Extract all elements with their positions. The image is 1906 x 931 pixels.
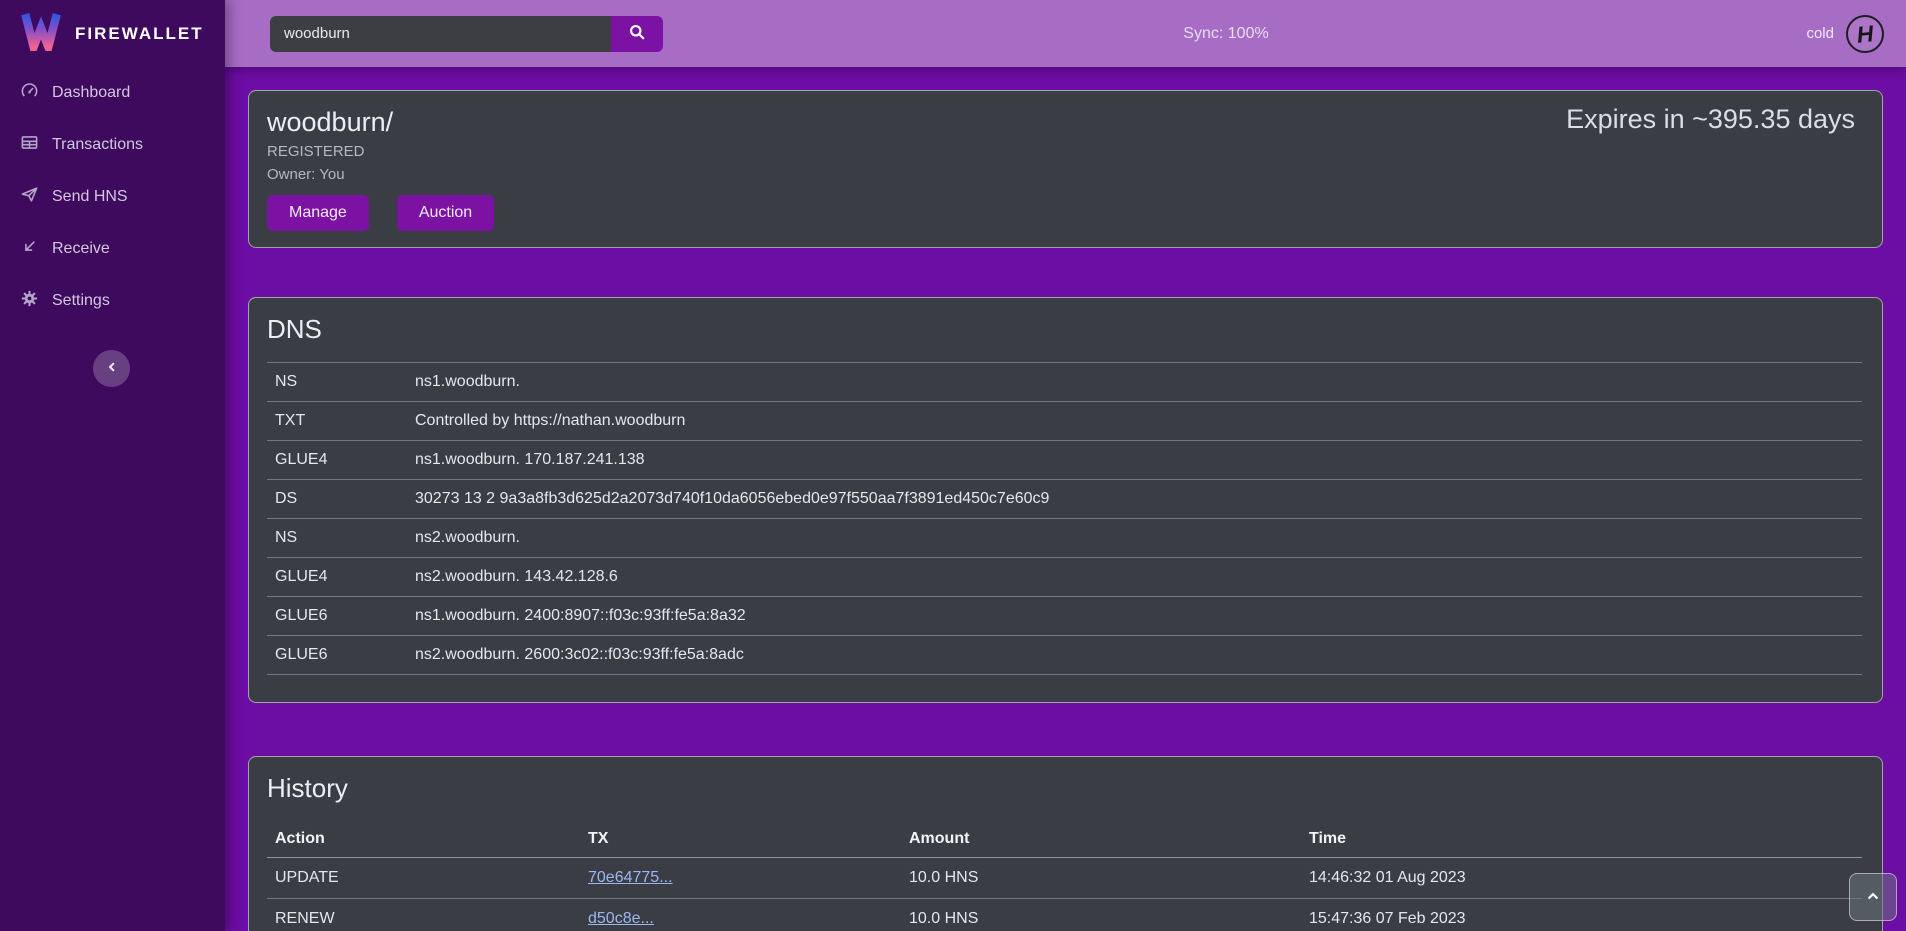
auction-button[interactable]: Auction [397,195,494,231]
content-column: Sync: 100% cold H woodburn/ REGISTERED O… [225,0,1906,931]
dns-record-type: GLUE4 [267,558,407,597]
dns-record-value: ns1.woodburn. [407,363,1862,402]
dns-card-title: DNS [267,314,1862,345]
dns-record-row: GLUE6 ns1.woodburn. 2400:8907::f03c:93ff… [267,597,1862,636]
sidebar-item-receive[interactable]: Receive [0,237,225,261]
dns-record-value: ns1.woodburn. 170.187.241.138 [407,441,1862,480]
dns-card-padding [267,675,1862,702]
settings-gear-icon [20,289,39,313]
history-card: History Action TX Amount Time UPDATE [248,756,1883,931]
dns-records-table: NS ns1.woodburn. TXT Controlled by https… [267,362,1862,675]
history-action: UPDATE [267,858,580,899]
scroll-to-top-button[interactable] [1849,873,1897,921]
dns-record-value: ns2.woodburn. 2600:3c02::f03c:93ff:fe5a:… [407,636,1862,675]
dns-record-type: TXT [267,402,407,441]
sidebar-collapse-button[interactable] [93,350,130,387]
sidebar-item-settings[interactable]: Settings [0,289,225,313]
dns-record-type: DS [267,480,407,519]
sync-status: Sync: 100% [1183,25,1268,43]
dns-record-type: GLUE4 [267,441,407,480]
dns-record-value: Controlled by https://nathan.woodburn [407,402,1862,441]
history-row: RENEW d50c8e... 10.0 HNS 15:47:36 07 Feb… [267,899,1862,931]
brand: FIREWALLET [0,0,225,67]
dashboard-gauge-icon [20,81,39,105]
search-group [270,16,663,52]
app-window: FIREWALLET Dashboard [0,0,1906,931]
sidebar-item-label: Settings [52,292,110,310]
domain-expiry: Expires in ~395.35 days [1566,104,1855,135]
main-content: woodburn/ REGISTERED Owner: You Manage A… [225,67,1906,931]
dns-record-row: GLUE6 ns2.woodburn. 2600:3c02::f03c:93ff… [267,636,1862,675]
chevron-up-icon [1864,887,1882,908]
sidebar-item-label: Send HNS [52,188,128,206]
sidebar-item-label: Dashboard [52,84,130,102]
transactions-table-icon [20,133,39,157]
sidebar-item-label: Transactions [52,136,143,154]
dns-record-row: GLUE4 ns2.woodburn. 143.42.128.6 [267,558,1862,597]
history-amount: 10.0 HNS [901,899,1301,931]
dns-record-type: NS [267,363,407,402]
brand-name: FIREWALLET [75,24,204,44]
dns-record-value: ns2.woodburn. [407,519,1862,558]
dns-record-type: GLUE6 [267,636,407,675]
dns-record-row: TXT Controlled by https://nathan.woodbur… [267,402,1862,441]
history-time: 15:47:36 07 Feb 2023 [1301,899,1862,931]
tx-link[interactable]: d50c8e... [588,910,654,927]
sidebar-item-transactions[interactable]: Transactions [0,133,225,157]
domain-owner: Owner: You [267,163,1855,186]
history-header-amount: Amount [901,821,1301,858]
domain-status: REGISTERED [267,140,1855,163]
dns-record-value: ns1.woodburn. 2400:8907::f03c:93ff:fe5a:… [407,597,1862,636]
sidebar-nav: Dashboard Transactions S [0,67,225,313]
receive-arrow-icon [20,237,39,261]
send-plane-icon [20,185,39,209]
handshake-logo-icon: H [1844,13,1886,55]
domain-actions: Manage Auction [267,195,1855,231]
history-header-time: Time [1301,821,1862,858]
dns-record-row: NS ns2.woodburn. [267,519,1862,558]
domain-card: woodburn/ REGISTERED Owner: You Manage A… [248,90,1883,248]
dns-card: DNS NS ns1.woodburn. TXT Controlled by h… [248,297,1883,703]
sidebar: FIREWALLET Dashboard [0,0,225,931]
sidebar-item-label: Receive [52,240,110,258]
dns-record-row: DS 30273 13 2 9a3a8fb3d625d2a2073d740f10… [267,480,1862,519]
wallet-name: cold [1806,25,1834,42]
chevron-left-icon [104,359,120,378]
history-time: 14:46:32 01 Aug 2023 [1301,858,1862,899]
dns-record-type: GLUE6 [267,597,407,636]
tx-link[interactable]: 70e64775... [588,869,673,886]
dns-record-row: NS ns1.woodburn. [267,363,1862,402]
dns-record-value: 30273 13 2 9a3a8fb3d625d2a2073d740f10da6… [407,480,1862,519]
search-button[interactable] [611,16,663,52]
dns-record-type: NS [267,519,407,558]
manage-button[interactable]: Manage [267,195,369,231]
sidebar-item-send-hns[interactable]: Send HNS [0,185,225,209]
topbar-right: cold H [1806,15,1884,53]
dns-record-value: ns2.woodburn. 143.42.128.6 [407,558,1862,597]
dns-record-row: GLUE4 ns1.woodburn. 170.187.241.138 [267,441,1862,480]
search-input[interactable] [270,16,611,52]
history-card-title: History [267,773,1862,804]
topbar: Sync: 100% cold H [225,0,1906,67]
history-row: UPDATE 70e64775... 10.0 HNS 14:46:32 01 … [267,858,1862,899]
search-icon [627,22,647,45]
sidebar-item-dashboard[interactable]: Dashboard [0,81,225,105]
firewallet-logo-icon [20,11,62,56]
history-header-action: Action [267,821,580,858]
history-table: Action TX Amount Time UPDATE 70e64775...… [267,821,1862,931]
history-action: RENEW [267,899,580,931]
history-header-row: Action TX Amount Time [267,821,1862,858]
history-amount: 10.0 HNS [901,858,1301,899]
history-header-tx: TX [580,821,901,858]
